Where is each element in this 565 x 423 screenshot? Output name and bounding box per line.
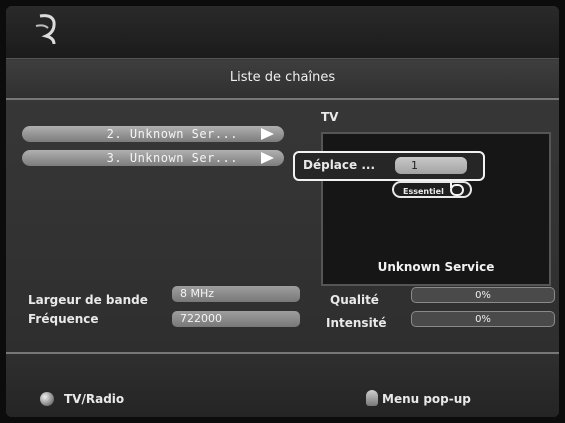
preview-service-name: Unknown Service [377,260,495,274]
channel-label: 2. Unknown Ser... [106,127,238,141]
channel-list-item[interactable]: 3. Unknown Ser... [22,150,284,166]
top-bar [6,6,559,59]
channel-label: 3. Unknown Ser... [106,151,238,165]
play-arrow-icon [261,128,274,140]
essentiel-badge: Essentiel [392,181,472,198]
footer-bar: TV/Radio Menu pop-up [6,352,559,417]
move-label: Déplace ... [303,158,376,172]
round-button-icon [40,392,54,406]
tv-radio-hint[interactable]: TV/Radio [64,392,124,406]
b-logo-icon [450,181,464,196]
quality-label: Qualité [330,293,379,307]
move-position-input[interactable]: 1 [395,157,467,174]
move-popup[interactable]: Déplace ... 1 [293,151,485,181]
play-arrow-icon [261,152,274,164]
frequency-label: Fréquence [28,312,99,326]
essentiel-label: Essentiel [403,187,444,196]
bandwidth-value: 8 MHz [172,286,300,302]
menu-popup-hint[interactable]: Menu pop-up [382,392,471,406]
tv-screen-frame: Liste de chaînes TV Unknown Service 2. U… [6,6,559,417]
bandwidth-label: Largeur de bande [28,293,148,307]
intensity-label: Intensité [326,316,387,330]
page-title: Liste de chaînes [229,70,336,85]
brand-logo-icon [35,14,56,45]
title-bar: Liste de chaînes [6,60,559,100]
intensity-bar: 0% [411,311,555,327]
channel-list-item[interactable]: 2. Unknown Ser... [22,126,284,142]
frequency-value: 722000 [172,311,300,327]
preview-label: TV [321,110,339,124]
joystick-icon [366,390,378,406]
quality-bar: 0% [411,287,555,303]
